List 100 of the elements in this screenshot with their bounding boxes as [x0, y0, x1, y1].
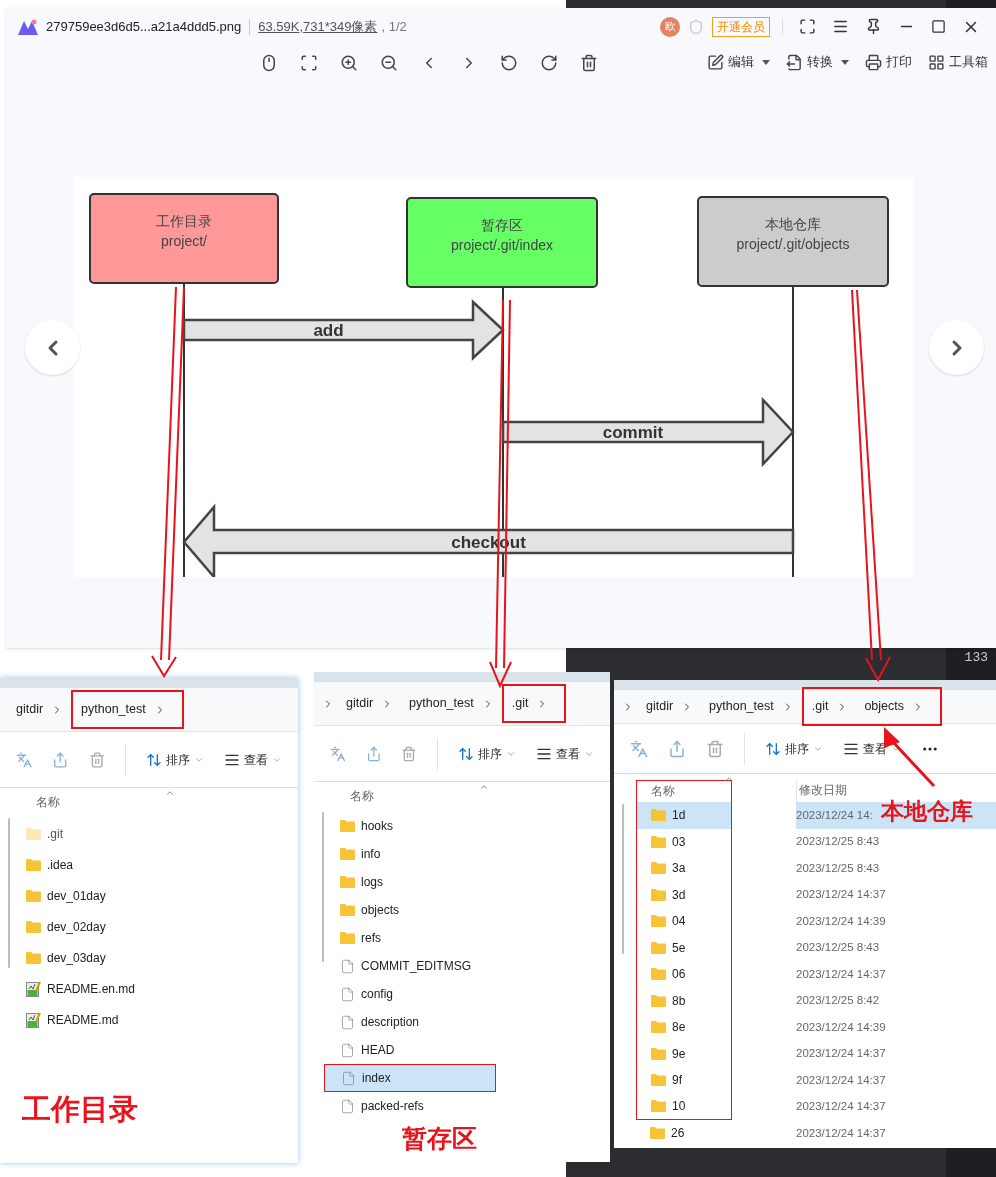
share-icon[interactable] — [52, 750, 69, 769]
file-name-cell[interactable]: 10 — [636, 1093, 732, 1120]
breadcrumb-item[interactable]: gitdir — [338, 684, 402, 723]
maximize-icon[interactable] — [931, 19, 946, 34]
file-name: info — [361, 846, 381, 863]
file-row[interactable]: .idea — [22, 849, 298, 880]
zoom-in-icon[interactable] — [340, 53, 358, 72]
fit-window-icon[interactable] — [300, 53, 318, 72]
file-name-cell[interactable]: 3d — [636, 881, 732, 908]
date-cell-text: 2023/12/24 14:39 — [796, 913, 887, 929]
export-icon — [786, 54, 803, 71]
file-name-cell[interactable]: 9f — [636, 1067, 732, 1094]
file-row[interactable]: logs — [336, 868, 610, 896]
breadcrumb-item[interactable]: python_test — [71, 690, 184, 729]
file-row[interactable]: dev_01day — [22, 880, 298, 911]
file-row[interactable]: hooks — [336, 812, 610, 840]
share-icon[interactable] — [365, 744, 382, 763]
file-icon — [340, 1098, 355, 1114]
image-file-icon — [26, 980, 41, 997]
sort-button[interactable]: 排序 — [765, 739, 823, 758]
file-name-cell[interactable]: 1d — [636, 802, 732, 829]
file-name: 26 — [671, 1125, 685, 1143]
folder-icon — [340, 932, 355, 944]
file-name-cell[interactable]: 06 — [636, 961, 732, 988]
toolbar-button[interactable]: 转换 — [786, 53, 849, 72]
file-size: 63.59K — [258, 17, 300, 36]
rename-icon[interactable] — [16, 750, 33, 769]
file-name: 3d — [672, 886, 686, 904]
folder-icon — [651, 862, 666, 875]
arrow-label: commit — [602, 423, 664, 442]
file-row[interactable]: COMMIT_EDITMSG — [336, 952, 610, 980]
rename-icon[interactable] — [630, 739, 648, 758]
folder-icon — [26, 889, 41, 902]
file-name: 8b — [672, 992, 686, 1010]
file-row[interactable]: config — [336, 980, 610, 1008]
file-icon — [340, 1014, 355, 1030]
file-name: 9f — [672, 1072, 682, 1090]
rotate-right-icon[interactable] — [540, 53, 558, 72]
file-row[interactable]: .git — [22, 818, 298, 849]
file-row[interactable]: packed-refs — [336, 1092, 610, 1120]
breadcrumb-item[interactable]: gitdir — [8, 690, 72, 729]
file-row[interactable]: description — [336, 1008, 610, 1036]
breadcrumb-item[interactable]: .git — [801, 687, 857, 726]
file-name: 279759ee3d6d5...a21a4ddd5.png — [46, 17, 242, 36]
file-row[interactable]: info — [336, 840, 610, 868]
toolbar-button[interactable]: 编辑 — [707, 53, 770, 72]
menu-icon[interactable] — [832, 18, 849, 35]
date-cell-text: 2023/12/24 14:37 — [796, 1072, 887, 1088]
rotate-left-icon[interactable] — [500, 53, 518, 72]
next-image-button[interactable] — [929, 320, 984, 375]
toolbar-button[interactable]: 打印 — [865, 53, 912, 72]
file-icon — [340, 1042, 355, 1058]
file-name: .git — [47, 825, 63, 843]
delete-icon[interactable] — [580, 53, 598, 72]
pin-icon[interactable] — [865, 18, 882, 35]
file-name-cell[interactable]: 9e — [636, 1040, 732, 1067]
file-row[interactable]: index — [324, 1064, 496, 1092]
file-name-cell[interactable]: 8e — [636, 1014, 732, 1041]
view-button[interactable]: 查看 — [536, 744, 594, 763]
file-row[interactable]: README.en.md — [22, 973, 298, 1004]
fullscreen-icon[interactable] — [799, 18, 816, 35]
date-cell-text: 2023/12/25 8:43 — [796, 834, 881, 850]
file-row[interactable]: dev_03day — [22, 942, 298, 973]
file-name-cell[interactable]: 26 — [636, 1120, 732, 1147]
file-name: 9e — [672, 1045, 686, 1063]
file-name-cell[interactable]: 8b — [636, 987, 732, 1014]
file-row[interactable]: objects — [336, 896, 610, 924]
file-row[interactable]: HEAD — [336, 1036, 610, 1064]
breadcrumb-item[interactable]: python_test — [701, 687, 802, 726]
sort-caret-icon — [479, 782, 489, 792]
file-name-cell[interactable]: 03 — [636, 828, 732, 855]
toolbar-button[interactable]: 工具箱 — [928, 53, 988, 72]
sort-button[interactable]: 排序 — [146, 750, 204, 769]
view-button[interactable]: 查看 — [224, 750, 282, 769]
column-header[interactable]: 名称 — [336, 782, 610, 812]
previous-image-button[interactable] — [25, 320, 80, 375]
file-row[interactable]: dev_02day — [22, 911, 298, 942]
file-row[interactable]: README.md — [22, 1004, 298, 1035]
file-name-cell[interactable]: 5e — [636, 934, 732, 961]
zoom-out-icon[interactable] — [380, 53, 398, 72]
date-cell-text: 2023/12/24 14:39 — [796, 1019, 887, 1035]
share-icon[interactable] — [668, 739, 686, 758]
breadcrumb-item[interactable]: python_test — [401, 684, 502, 723]
file-row[interactable]: refs — [336, 924, 610, 952]
breadcrumb-item[interactable]: .git — [501, 684, 567, 723]
mouse-icon[interactable] — [260, 53, 278, 72]
rename-icon[interactable] — [330, 744, 346, 763]
date-cell-text: 2023/12/24 14:37 — [796, 887, 887, 903]
folder-icon — [26, 858, 41, 871]
date-cell-text: 2023/12/24 14:37 — [796, 966, 887, 982]
file-name-cell[interactable]: 04 — [636, 908, 732, 935]
column-header[interactable]: 名称 — [22, 788, 298, 818]
file-name: dev_03day — [47, 949, 106, 967]
sort-caret-icon — [724, 774, 734, 784]
shield-icon[interactable] — [688, 18, 704, 35]
file-name-cell[interactable]: 3a — [636, 855, 732, 882]
view-button[interactable]: 查看 — [843, 739, 901, 758]
breadcrumb-item[interactable]: objects — [856, 687, 943, 726]
sort-button[interactable]: 排序 — [458, 744, 516, 763]
breadcrumb-item[interactable]: gitdir — [638, 687, 702, 726]
